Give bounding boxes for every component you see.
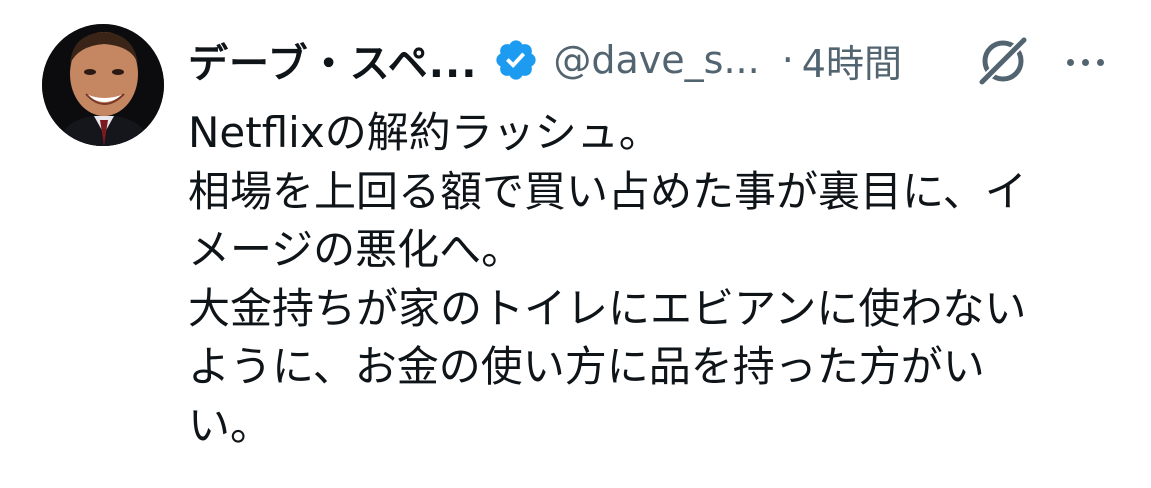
display-name[interactable]: デーブ・スペ... [188, 31, 477, 89]
tweet-text-line: Netflixの解約ラッシュ。 [188, 108, 661, 157]
timestamp[interactable]: 4時間 [802, 33, 902, 88]
tweet-text-line: 大金持ちが家のトイレにエビアンに使わない [188, 283, 1027, 333]
verified-badge-icon [496, 40, 537, 80]
more-options-icon[interactable] [1060, 40, 1110, 84]
separator-dot: · [781, 38, 794, 82]
tweet-text: Netflixの解約ラッシュ。 相場を上回る額で買い占めた事が裏目に、イ メージ… [188, 104, 1108, 455]
tweet-text-line: 相場を上回る額で買い占めた事が裏目に、イ [188, 166, 1027, 216]
grok-icon[interactable] [974, 32, 1032, 90]
avatar[interactable] [42, 24, 164, 146]
tweet-text-line: メージの悪化へ。 [188, 225, 524, 274]
handle[interactable]: @dave_s... [553, 38, 759, 82]
tweet: デーブ・スペ... @dave_s... · 4時間 Netflixの解約ラッシ… [0, 0, 1151, 488]
tweet-text-line: ように、お金の使い方に品を持った方がい [188, 342, 985, 391]
tweet-text-line: い。 [188, 400, 273, 450]
